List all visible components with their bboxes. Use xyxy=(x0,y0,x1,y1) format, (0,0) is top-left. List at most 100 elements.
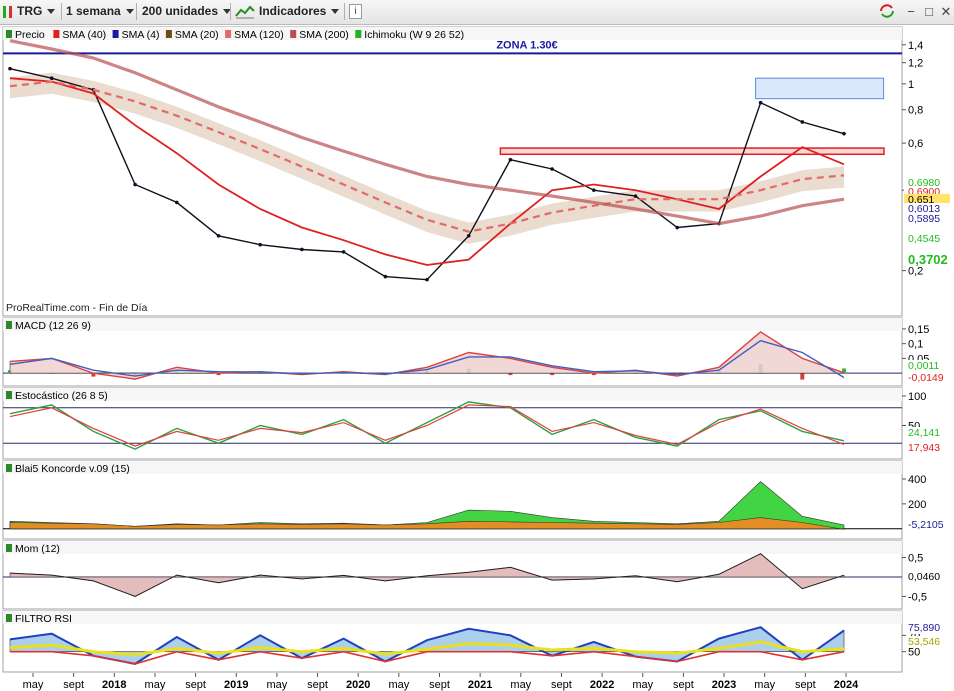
y-tick-label: 100 xyxy=(908,391,926,403)
chevron-down-icon xyxy=(47,9,56,15)
price-point xyxy=(8,66,12,71)
toolbar-divider xyxy=(230,3,231,20)
value-tag: 53,546 xyxy=(908,636,940,648)
panel-header xyxy=(3,318,902,331)
value-tag: 0,4545 xyxy=(908,233,940,245)
legend-label: SMA (120) xyxy=(234,29,284,41)
legend-swatch xyxy=(6,30,12,38)
x-tick-label: may xyxy=(510,679,531,691)
y-tick-label: 0,2 xyxy=(908,266,923,278)
x-tick-label: sept xyxy=(185,679,206,691)
x-tick-label: may xyxy=(632,679,653,691)
x-tick-label: sept xyxy=(63,679,84,691)
x-tick-label: may xyxy=(145,679,166,691)
value-tag: 0,3702 xyxy=(908,252,948,267)
units-selector[interactable]: 200 unidades xyxy=(142,2,232,21)
legend-swatch xyxy=(53,30,60,38)
price-point xyxy=(758,100,763,105)
panel-header xyxy=(3,388,902,401)
y-tick-label: 1,2 xyxy=(908,58,923,70)
value-tag: 17,943 xyxy=(908,442,940,454)
value-tag: -0,0149 xyxy=(908,372,944,384)
symbol-selector[interactable]: TRG xyxy=(3,2,56,21)
legend-label: Ichimoku (W 9 26 52) xyxy=(364,29,464,41)
price-point xyxy=(258,242,263,247)
candle-icon xyxy=(3,5,13,18)
chart-area: Precio SMA (40) SMA (4) SMA (20) SMA (120) SM… xyxy=(2,26,950,691)
y-tick-label: 400 xyxy=(908,474,926,486)
x-tick-label: sept xyxy=(429,679,450,691)
y-tick-label: 0,5 xyxy=(908,553,923,565)
toolbar-divider xyxy=(136,3,137,20)
legend-swatch xyxy=(165,30,172,38)
price-point xyxy=(133,182,137,187)
minimize-button[interactable]: − xyxy=(902,3,920,20)
x-tick-label: 2024 xyxy=(834,679,859,691)
panel-header xyxy=(3,541,902,554)
resistance-zone xyxy=(499,147,885,156)
price-point xyxy=(49,76,54,80)
legend-label: SMA (4) xyxy=(122,29,160,41)
toolbar: TRG 1 semana 200 unidades Indicadores i … xyxy=(0,0,954,25)
price-point xyxy=(466,233,471,238)
indicators-button[interactable]: Indicadores xyxy=(235,2,340,21)
legend-label: MACD (12 26 9) xyxy=(15,320,91,332)
info-icon[interactable]: i xyxy=(349,4,362,19)
x-tick-label: 2020 xyxy=(346,679,370,691)
price-point xyxy=(550,167,554,171)
close-button[interactable]: ✕ xyxy=(937,3,954,20)
x-tick-label: 2023 xyxy=(712,679,736,691)
y-tick-label: 0,8 xyxy=(908,105,923,117)
maximize-button[interactable]: □ xyxy=(920,3,938,20)
sync-icon[interactable] xyxy=(878,3,896,20)
x-tick-label: 2018 xyxy=(102,679,126,691)
legend-label: Precio xyxy=(15,29,45,41)
legend-swatch xyxy=(6,614,12,622)
price-point xyxy=(425,277,429,282)
legend-label: SMA (20) xyxy=(175,29,219,41)
value-tag: 75,890 xyxy=(908,622,940,634)
legend-label: Estocástico (26 8 5) xyxy=(15,390,108,402)
macd-histogram-bar xyxy=(800,373,805,380)
y-tick-label: 0,6 xyxy=(908,138,923,150)
x-tick-label: may xyxy=(754,679,775,691)
x-tick-label: sept xyxy=(307,679,328,691)
legend-swatch xyxy=(6,544,12,552)
price-point xyxy=(341,250,346,254)
legend-swatch xyxy=(290,30,297,38)
toolbar-divider xyxy=(344,3,345,20)
legend-label: Mom (12) xyxy=(15,543,60,555)
timeframe-selector[interactable]: 1 semana xyxy=(66,2,134,21)
y-tick-label: 200 xyxy=(908,499,926,511)
value-tag: 24,141 xyxy=(908,427,940,439)
x-tick-label: may xyxy=(267,679,288,691)
price-point xyxy=(592,188,596,192)
price-point xyxy=(842,131,846,136)
x-tick-label: sept xyxy=(795,679,816,691)
legend-swatch xyxy=(6,464,12,472)
price-point xyxy=(175,200,179,205)
price-point xyxy=(383,274,388,279)
legend-swatch xyxy=(6,321,12,329)
units-label: 200 unidades xyxy=(142,4,219,18)
timeframe-label: 1 semana xyxy=(66,4,121,18)
x-tick-label: may xyxy=(23,679,44,691)
indicators-icon xyxy=(235,5,255,19)
x-tick-label: sept xyxy=(673,679,694,691)
target-zone xyxy=(755,77,885,100)
chevron-down-icon xyxy=(125,9,134,15)
price-point xyxy=(216,233,221,238)
x-tick-label: 2019 xyxy=(224,679,248,691)
x-tick-label: may xyxy=(388,679,409,691)
y-tick-label: 0,15 xyxy=(908,324,929,336)
price-point xyxy=(508,157,513,162)
y-tick-label: 1 xyxy=(908,79,914,91)
price-point xyxy=(800,120,805,124)
symbol-label: TRG xyxy=(17,4,43,18)
indicators-label: Indicadores xyxy=(259,4,327,18)
panel-header xyxy=(3,461,902,474)
toolbar-divider xyxy=(61,3,62,20)
price-point xyxy=(300,247,304,252)
price-point xyxy=(675,225,679,230)
legend-swatch xyxy=(6,391,12,399)
